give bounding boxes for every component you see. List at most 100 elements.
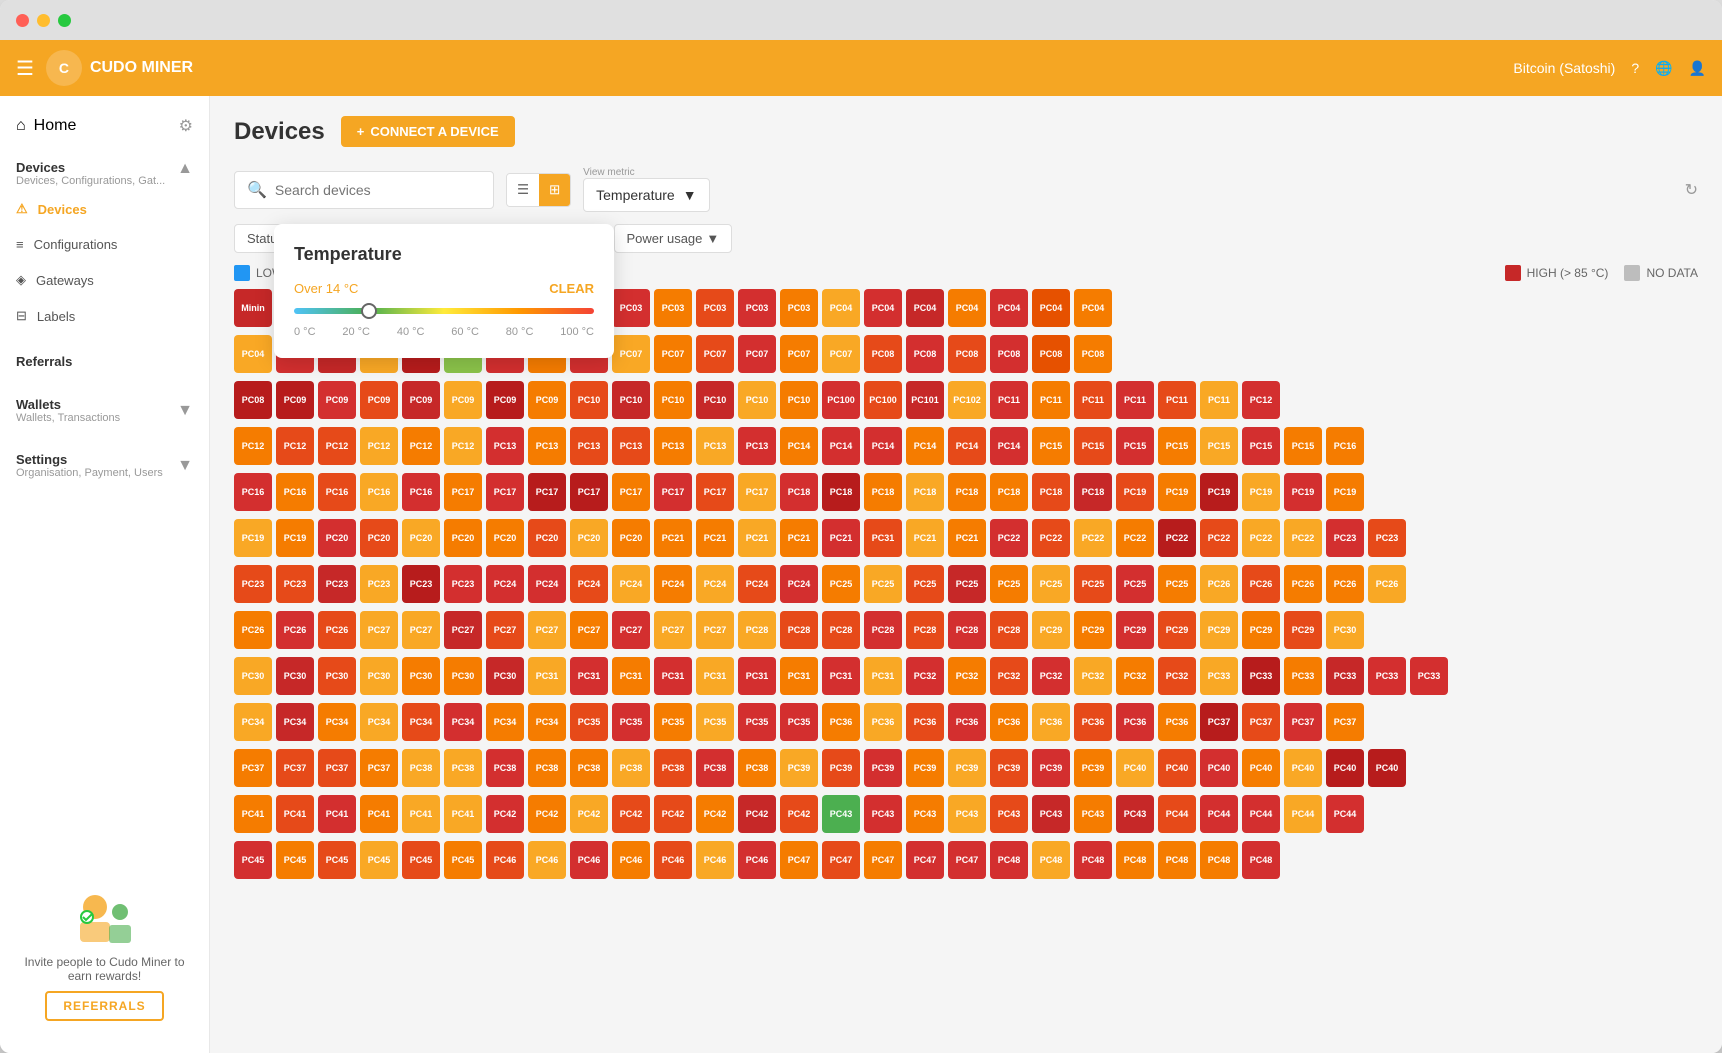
device-cell[interactable]: PC33 — [1284, 657, 1322, 695]
device-cell[interactable]: PC23 — [402, 565, 440, 603]
device-cell[interactable]: PC21 — [906, 519, 944, 557]
device-cell[interactable]: PC19 — [276, 519, 314, 557]
device-cell[interactable]: PC29 — [1074, 611, 1112, 649]
device-cell[interactable]: PC19 — [1116, 473, 1154, 511]
device-cell[interactable]: PC46 — [696, 841, 734, 879]
device-cell[interactable]: PC39 — [1032, 749, 1070, 787]
device-cell[interactable]: PC46 — [612, 841, 650, 879]
device-cell[interactable]: PC47 — [948, 841, 986, 879]
device-cell[interactable]: PC32 — [1032, 657, 1070, 695]
device-cell[interactable]: PC04 — [1032, 289, 1070, 327]
device-cell[interactable]: PC37 — [1326, 703, 1364, 741]
device-cell[interactable]: PC38 — [696, 749, 734, 787]
device-cell[interactable]: PC42 — [486, 795, 524, 833]
device-cell[interactable]: PC17 — [444, 473, 482, 511]
device-cell[interactable]: PC26 — [276, 611, 314, 649]
device-cell[interactable]: PC36 — [1074, 703, 1112, 741]
device-cell[interactable]: PC36 — [906, 703, 944, 741]
device-cell[interactable]: PC22 — [990, 519, 1028, 557]
device-cell[interactable]: PC37 — [360, 749, 398, 787]
device-cell[interactable]: PC16 — [1326, 427, 1364, 465]
device-cell[interactable]: PC47 — [780, 841, 818, 879]
device-cell[interactable]: PC21 — [696, 519, 734, 557]
device-cell[interactable]: PC21 — [948, 519, 986, 557]
device-cell[interactable]: PC33 — [1410, 657, 1448, 695]
device-cell[interactable]: PC42 — [696, 795, 734, 833]
device-cell[interactable]: PC21 — [654, 519, 692, 557]
connect-device-button[interactable]: + CONNECT A DEVICE — [341, 116, 515, 147]
device-cell[interactable]: PC40 — [1368, 749, 1406, 787]
device-cell[interactable]: PC27 — [654, 611, 692, 649]
device-cell[interactable]: PC45 — [234, 841, 272, 879]
device-cell[interactable]: PC44 — [1200, 795, 1238, 833]
device-cell[interactable]: PC21 — [822, 519, 860, 557]
device-cell[interactable]: PC36 — [1116, 703, 1154, 741]
device-cell[interactable]: PC37 — [318, 749, 356, 787]
device-cell[interactable]: PC09 — [360, 381, 398, 419]
device-cell[interactable]: PC13 — [486, 427, 524, 465]
device-cell[interactable]: PC25 — [948, 565, 986, 603]
device-cell[interactable]: PC12 — [360, 427, 398, 465]
power-usage-filter[interactable]: Power usage ▼ — [614, 224, 733, 253]
refresh-button[interactable]: ↻ — [1685, 180, 1698, 200]
device-cell[interactable]: PC30 — [402, 657, 440, 695]
device-cell[interactable]: PC33 — [1200, 657, 1238, 695]
sidebar-home[interactable]: ⌂ Home ⚙ — [0, 104, 209, 148]
device-cell[interactable]: PC18 — [906, 473, 944, 511]
device-cell[interactable]: PC24 — [528, 565, 566, 603]
device-cell[interactable]: PC12 — [234, 427, 272, 465]
device-cell[interactable]: PC28 — [738, 611, 776, 649]
device-cell[interactable]: PC22 — [1242, 519, 1280, 557]
device-cell[interactable]: PC10 — [696, 381, 734, 419]
device-cell[interactable]: PC20 — [486, 519, 524, 557]
device-cell[interactable]: PC13 — [612, 427, 650, 465]
device-cell[interactable]: PC16 — [276, 473, 314, 511]
device-cell[interactable]: PC19 — [1158, 473, 1196, 511]
device-cell[interactable]: PC32 — [1074, 657, 1112, 695]
device-cell[interactable]: PC24 — [570, 565, 608, 603]
settings-gear-icon[interactable]: ⚙ — [179, 116, 193, 136]
sidebar-item-labels[interactable]: ⊟ Labels — [0, 298, 209, 334]
device-cell[interactable]: PC10 — [654, 381, 692, 419]
device-cell[interactable]: PC23 — [318, 565, 356, 603]
device-cell[interactable]: PC11 — [1074, 381, 1112, 419]
device-cell[interactable]: PC12 — [402, 427, 440, 465]
device-cell[interactable]: PC17 — [528, 473, 566, 511]
device-cell[interactable]: PC28 — [906, 611, 944, 649]
device-cell[interactable]: PC40 — [1200, 749, 1238, 787]
device-cell[interactable]: PC26 — [1242, 565, 1280, 603]
device-cell[interactable]: PC29 — [1284, 611, 1322, 649]
device-cell[interactable]: PC36 — [990, 703, 1028, 741]
device-cell[interactable]: PC08 — [906, 335, 944, 373]
device-cell[interactable]: PC44 — [1158, 795, 1196, 833]
device-cell[interactable]: PC19 — [1242, 473, 1280, 511]
device-cell[interactable]: PC09 — [528, 381, 566, 419]
device-cell[interactable]: PC18 — [864, 473, 902, 511]
device-cell[interactable]: PC11 — [1200, 381, 1238, 419]
device-cell[interactable]: PC25 — [990, 565, 1028, 603]
device-cell[interactable]: PC22 — [1200, 519, 1238, 557]
device-cell[interactable]: PC13 — [738, 427, 776, 465]
device-cell[interactable]: PC100 — [864, 381, 902, 419]
device-cell[interactable]: PC26 — [234, 611, 272, 649]
device-cell[interactable]: PC40 — [1158, 749, 1196, 787]
device-cell[interactable]: PC24 — [696, 565, 734, 603]
device-cell[interactable]: PC41 — [444, 795, 482, 833]
device-cell[interactable]: PC43 — [948, 795, 986, 833]
maximize-button[interactable] — [58, 14, 71, 27]
device-cell[interactable]: PC12 — [276, 427, 314, 465]
device-cell[interactable]: PC10 — [738, 381, 776, 419]
device-cell[interactable]: PC32 — [948, 657, 986, 695]
device-cell[interactable]: PC42 — [780, 795, 818, 833]
device-cell[interactable]: PC31 — [738, 657, 776, 695]
device-cell[interactable]: PC29 — [1158, 611, 1196, 649]
temp-clear-button[interactable]: CLEAR — [549, 281, 594, 296]
device-cell[interactable]: PC100 — [822, 381, 860, 419]
close-button[interactable] — [16, 14, 29, 27]
device-cell[interactable]: PC36 — [1158, 703, 1196, 741]
device-cell[interactable]: PC29 — [1200, 611, 1238, 649]
device-cell[interactable]: PC28 — [822, 611, 860, 649]
device-cell[interactable]: PC26 — [1368, 565, 1406, 603]
device-cell[interactable]: PC43 — [1074, 795, 1112, 833]
device-cell[interactable]: PC34 — [486, 703, 524, 741]
